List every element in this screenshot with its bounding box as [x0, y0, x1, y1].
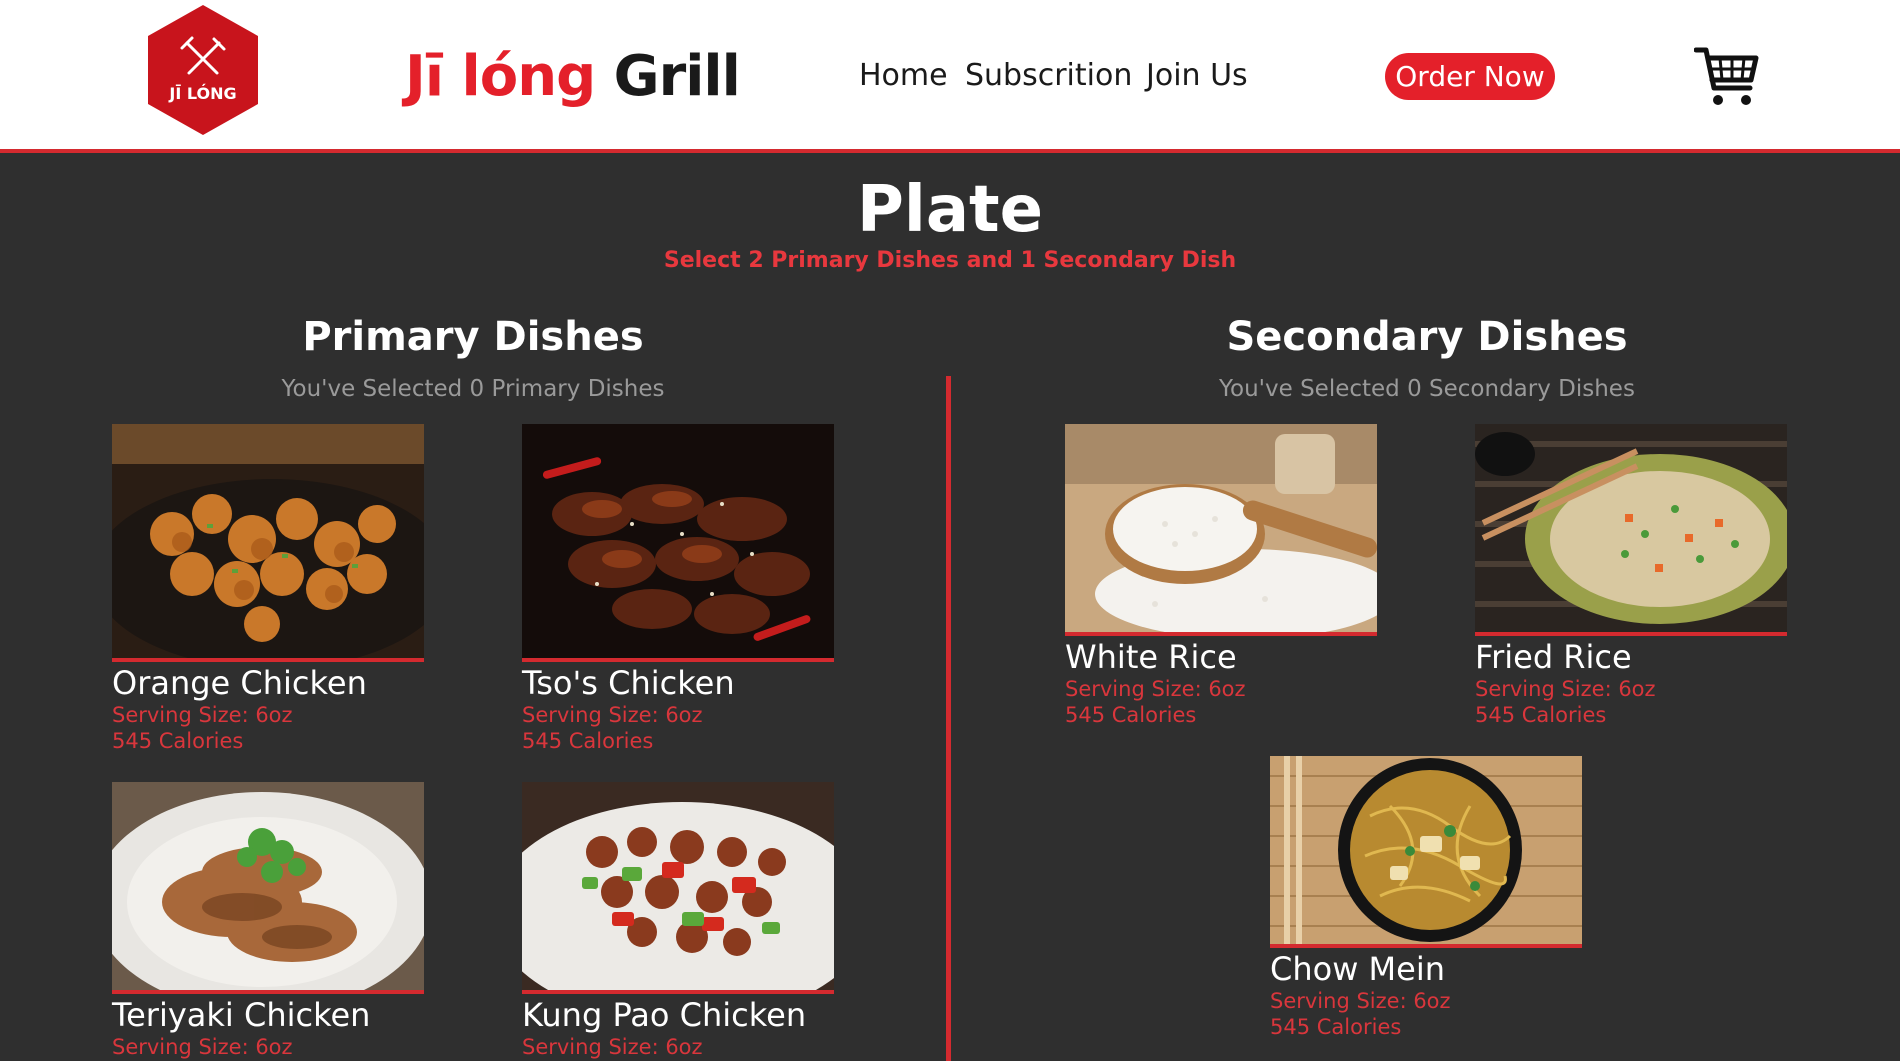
dish-name: Kung Pao Chicken — [522, 996, 807, 1034]
column-divider — [946, 376, 951, 1061]
dish-card-teriyaki-chicken[interactable]: Teriyaki Chicken Serving Size: 6oz — [112, 782, 424, 1060]
nav-link-home[interactable]: Home — [859, 58, 948, 93]
dish-card-kung-pao-chicken[interactable]: Kung Pao Chicken Serving Size: 6oz — [522, 782, 834, 1060]
dish-name: Fried Rice — [1475, 638, 1632, 676]
brand-name-dark: Grill — [613, 44, 741, 109]
dish-serving-size: Serving Size: 6oz — [1475, 677, 1656, 701]
dish-card-tsos-chicken[interactable]: Tso's Chicken Serving Size: 6oz 545 Calo… — [522, 424, 834, 754]
dish-card-chow-mein[interactable]: Chow Mein Serving Size: 6oz 545 Calories — [1270, 756, 1582, 1040]
logo-text: JĪ LÓNG — [168, 83, 236, 103]
page-title: Plate — [856, 173, 1044, 247]
dish-calories: 545 Calories — [522, 729, 654, 753]
dish-name: Teriyaki Chicken — [112, 996, 371, 1034]
orange-chicken-image[interactable] — [112, 424, 424, 662]
fried-rice-image[interactable] — [1475, 424, 1787, 636]
nav-link-join-us[interactable]: Join Us — [1146, 58, 1248, 93]
teriyaki-chicken-image[interactable] — [112, 782, 424, 994]
page-subtitle: Select 2 Primary Dishes and 1 Secondary … — [663, 248, 1237, 273]
kung-pao-chicken-image[interactable] — [522, 782, 834, 994]
dish-serving-size: Serving Size: 6oz — [112, 703, 293, 727]
secondary-dishes-title: Secondary Dishes — [1226, 314, 1628, 360]
white-rice-image[interactable] — [1065, 424, 1377, 636]
dish-card-white-rice[interactable]: White Rice Serving Size: 6oz 545 Calorie… — [1065, 424, 1377, 728]
dish-calories: 545 Calories — [112, 729, 244, 753]
primary-dishes-title: Primary Dishes — [302, 314, 644, 360]
secondary-selected-count: You've Selected 0 Secondary Dishes — [1219, 376, 1635, 402]
site-header: JĪ LÓNG Jī lóng Grill Home Subscrition J… — [0, 0, 1900, 153]
brand-name: Jī lóng Grill — [405, 44, 741, 109]
dish-name: White Rice — [1065, 638, 1237, 676]
dish-serving-size: Serving Size: 6oz — [522, 1035, 703, 1059]
dish-card-fried-rice[interactable]: Fried Rice Serving Size: 6oz 545 Calorie… — [1475, 424, 1787, 728]
brand-name-red: Jī lóng — [405, 44, 596, 109]
dish-serving-size: Serving Size: 6oz — [112, 1035, 293, 1059]
dish-serving-size: Serving Size: 6oz — [522, 703, 703, 727]
dish-calories: 545 Calories — [1065, 703, 1197, 727]
dish-calories: 545 Calories — [1475, 703, 1607, 727]
ji-long-logo[interactable]: JĪ LÓNG — [144, 3, 262, 137]
dish-name: Tso's Chicken — [522, 664, 735, 702]
order-now-button[interactable]: Order Now — [1385, 53, 1555, 100]
dish-serving-size: Serving Size: 6oz — [1270, 989, 1451, 1013]
dish-calories: 545 Calories — [1270, 1015, 1402, 1039]
dish-serving-size: Serving Size: 6oz — [1065, 677, 1246, 701]
nav-link-subscription[interactable]: Subscrition — [965, 58, 1132, 93]
tsos-chicken-image[interactable] — [522, 424, 834, 662]
dish-card-orange-chicken[interactable]: Orange Chicken Serving Size: 6oz 545 Cal… — [112, 424, 424, 754]
shopping-cart-icon[interactable] — [1694, 44, 1760, 110]
chow-mein-image[interactable] — [1270, 756, 1582, 948]
dish-name: Chow Mein — [1270, 950, 1446, 988]
primary-selected-count: You've Selected 0 Primary Dishes — [281, 376, 665, 402]
dish-name: Orange Chicken — [112, 664, 367, 702]
